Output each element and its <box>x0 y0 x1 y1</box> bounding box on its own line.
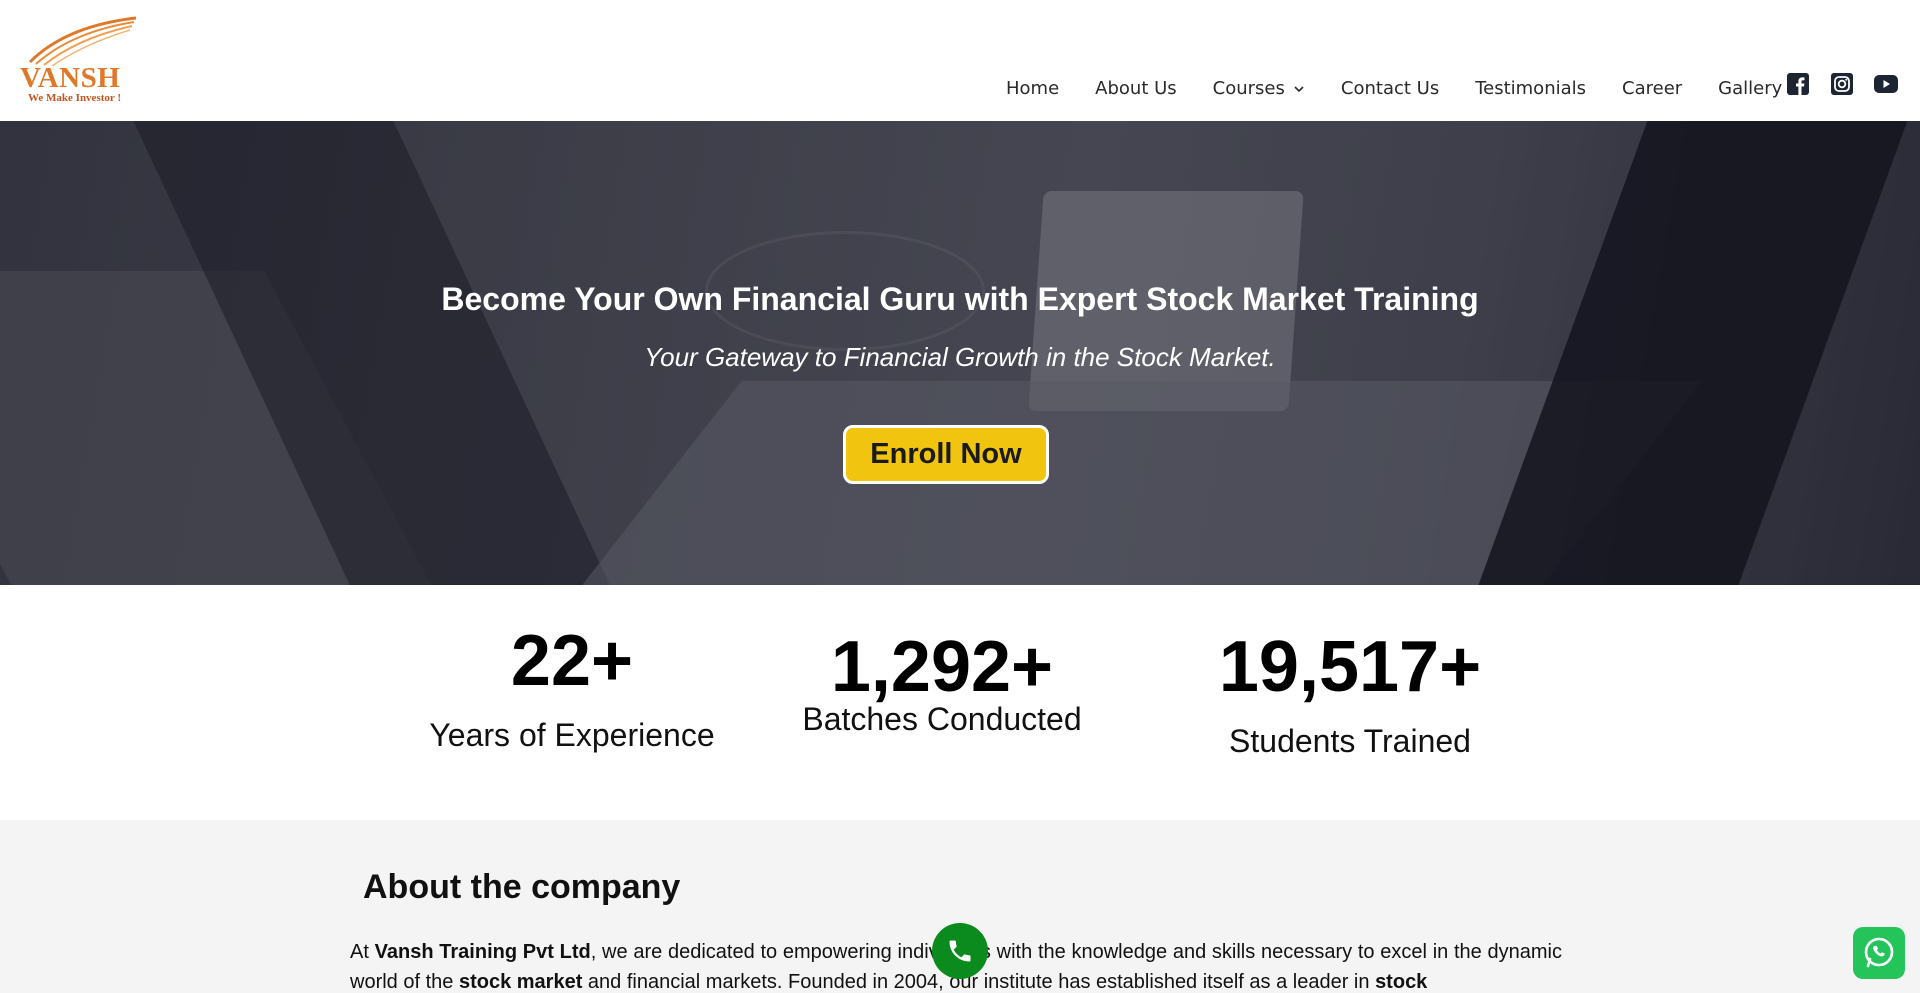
nav-item-label: Courses <box>1212 78 1285 99</box>
stat-value: 19,517+ <box>1218 627 1482 707</box>
nav-item-home[interactable]: Home <box>1006 78 1059 99</box>
logo-tagline: We Make Investor ! <box>28 92 121 104</box>
nav-item-label: About Us <box>1095 78 1177 99</box>
stat-batches: 1,292+ Batches Conducted <box>772 631 1112 738</box>
stat-value: 1,292+ <box>830 627 1054 707</box>
instagram-icon[interactable] <box>1830 72 1854 96</box>
main-nav: Home About Us Courses Contact Us Testimo… <box>1006 78 1782 99</box>
stat-label: Years of Experience <box>429 717 715 753</box>
nav-item-label: Gallery <box>1718 78 1783 99</box>
stat-label: Students Trained <box>1229 723 1471 759</box>
company-name: Vansh Training Pvt Ltd <box>374 941 591 963</box>
site-header: VANSH We Make Investor ! Home About Us C… <box>0 0 1920 121</box>
about-heading: About the company <box>363 868 681 906</box>
keyword-stock: stock <box>1375 971 1428 993</box>
stats-section: 22+ Years of Experience 1,292+ Batches C… <box>0 585 1920 820</box>
facebook-icon[interactable] <box>1786 72 1810 96</box>
nav-item-testimonials[interactable]: Testimonials <box>1475 78 1586 99</box>
about-text: and financial markets. Founded in 2004, … <box>582 971 1376 993</box>
call-button[interactable] <box>932 923 988 979</box>
nav-item-label: Home <box>1006 78 1060 99</box>
whatsapp-button[interactable] <box>1853 927 1905 979</box>
about-text: At <box>350 941 375 963</box>
nav-item-gallery[interactable]: Gallery <box>1718 78 1782 99</box>
enroll-now-button[interactable]: Enroll Now <box>843 425 1049 484</box>
hero-subtitle: Your Gateway to Financial Growth in the … <box>644 342 1276 372</box>
social-links <box>1786 72 1898 96</box>
nav-item-about-us[interactable]: About Us <box>1095 78 1177 99</box>
nav-item-label: Contact Us <box>1340 78 1440 99</box>
nav-item-label: Testimonials <box>1475 78 1587 99</box>
chevron-down-icon <box>1294 85 1304 92</box>
stat-label: Batches Conducted <box>802 701 1082 737</box>
youtube-icon[interactable] <box>1874 72 1898 96</box>
stat-value: 22+ <box>510 621 634 701</box>
nav-item-courses[interactable]: Courses <box>1213 78 1305 99</box>
nav-item-career[interactable]: Career <box>1622 78 1682 99</box>
site-logo[interactable]: VANSH We Make Investor ! <box>20 16 138 106</box>
logo-brand-text: VANSH <box>20 62 121 94</box>
logo-swoosh-icon <box>28 16 137 66</box>
nav-item-contact-us[interactable]: Contact Us <box>1341 78 1439 99</box>
stat-years: 22+ Years of Experience <box>402 625 742 754</box>
hero-title: Become Your Own Financial Guru with Expe… <box>441 281 1479 317</box>
stat-students: 19,517+ Students Trained <box>1180 631 1520 760</box>
phone-icon <box>949 940 971 962</box>
hero-section: Become Your Own Financial Guru with Expe… <box>0 121 1920 585</box>
keyword-stock-market: stock market <box>458 971 583 993</box>
nav-item-label: Career <box>1622 78 1683 99</box>
whatsapp-icon <box>1864 937 1894 968</box>
